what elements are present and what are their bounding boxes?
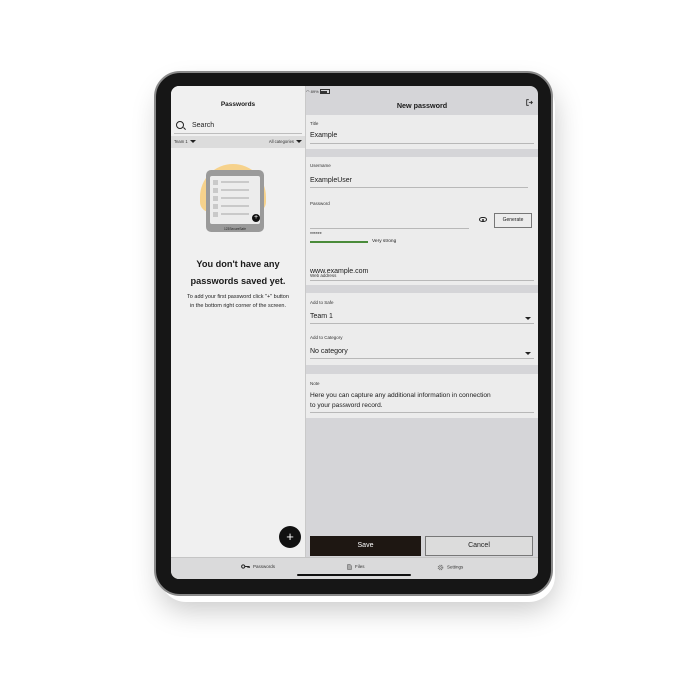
illustration-row	[213, 212, 257, 217]
web-underline	[310, 280, 534, 281]
team-filter-dropdown[interactable]: Team 1	[174, 139, 196, 144]
illustration-row	[213, 180, 257, 185]
note-label: Note	[310, 381, 320, 386]
chevron-down-icon	[525, 352, 531, 355]
safe-underline	[310, 323, 534, 324]
category-filter-label: All categories	[268, 139, 294, 144]
empty-text-line: To add your first password click "+" but…	[187, 294, 289, 300]
username-field[interactable]: ExampleUser	[310, 177, 352, 184]
add-password-button[interactable]: +	[279, 526, 301, 548]
key-icon	[241, 564, 250, 569]
tab-files-label: Files	[355, 564, 365, 570]
safe-label: Add to Safe	[310, 300, 334, 305]
illustration-brand: 123SecureSafe	[224, 227, 246, 231]
password-list-panel: Passwords Search Team 1 All categories +	[171, 86, 306, 557]
note-line: to your password record.	[310, 402, 383, 409]
chevron-down-icon	[296, 140, 302, 144]
note-field[interactable]: Here you can capture any additional info…	[310, 391, 536, 411]
illustration-row	[213, 204, 257, 209]
password-mask: ******	[310, 232, 322, 238]
category-underline	[310, 358, 534, 359]
search-input[interactable]: Search	[174, 119, 302, 134]
app-screen: 15:33 Donnerstag 15. Aug. ◠ 89% Password…	[171, 86, 538, 579]
tab-settings[interactable]: Settings	[437, 564, 463, 571]
eye-icon[interactable]	[479, 217, 487, 222]
filter-bar: Team 1 All categories	[171, 136, 305, 148]
tab-passwords-label: Passwords	[253, 564, 276, 569]
category-label: Add to Category	[310, 335, 343, 340]
title-field[interactable]: Example	[310, 132, 337, 139]
safe-section: Add to Safe Team 1 Add to Category No ca…	[306, 293, 538, 365]
note-section: Note Here you can capture any additional…	[306, 374, 538, 418]
illustration-tablet-screen: +	[210, 176, 260, 224]
note-line: Here you can capture any additional info…	[310, 392, 491, 399]
empty-text-line: in the bottom right corner of the screen…	[190, 303, 286, 309]
title-section: Title Example	[306, 115, 538, 149]
note-underline	[310, 412, 534, 413]
password-field[interactable]	[310, 228, 469, 229]
empty-heading-line: passwords saved yet.	[190, 276, 286, 286]
page-title: New password	[396, 101, 448, 110]
illustration-row	[213, 196, 257, 201]
username-underline	[310, 187, 528, 188]
home-indicator	[297, 574, 411, 576]
username-label: Username	[310, 163, 331, 168]
empty-state-heading: You don't have any passwords saved yet.	[171, 256, 305, 290]
sidebar-title: Passwords	[220, 101, 256, 108]
team-filter-label: Team 1	[174, 139, 188, 144]
empty-state-text: To add your first password click "+" but…	[173, 293, 303, 311]
tab-settings-label: Settings	[447, 564, 464, 570]
file-icon	[347, 564, 352, 570]
password-label: Password	[310, 201, 330, 206]
category-filter-dropdown[interactable]: All categories	[269, 139, 302, 144]
empty-heading-line: You don't have any	[196, 259, 280, 269]
save-button[interactable]: Save	[310, 536, 421, 556]
logout-icon[interactable]	[526, 99, 533, 106]
search-icon	[176, 121, 184, 129]
title-underline	[310, 143, 534, 144]
search-placeholder: Search	[192, 122, 215, 129]
illustration-row	[213, 188, 257, 193]
chevron-down-icon	[525, 317, 531, 320]
new-password-form: New password Title Example Username Exam…	[306, 86, 538, 557]
gear-icon	[437, 564, 444, 571]
tab-files[interactable]: Files	[347, 564, 365, 570]
generate-button[interactable]: Generate	[494, 213, 532, 228]
chevron-down-icon	[189, 140, 196, 144]
plus-icon: +	[252, 214, 260, 222]
safe-dropdown[interactable]: Team 1	[310, 313, 333, 320]
password-strength-bar	[310, 241, 368, 243]
password-strength-label: Very strong	[372, 239, 397, 244]
web-address-field[interactable]: www.example.com	[310, 268, 368, 275]
category-dropdown[interactable]: No category	[310, 348, 348, 355]
tab-passwords[interactable]: Passwords	[241, 564, 275, 569]
cancel-button[interactable]: Cancel	[425, 536, 533, 556]
title-label: Title	[310, 121, 319, 126]
empty-state-illustration: + 123SecureSafe	[196, 160, 274, 236]
